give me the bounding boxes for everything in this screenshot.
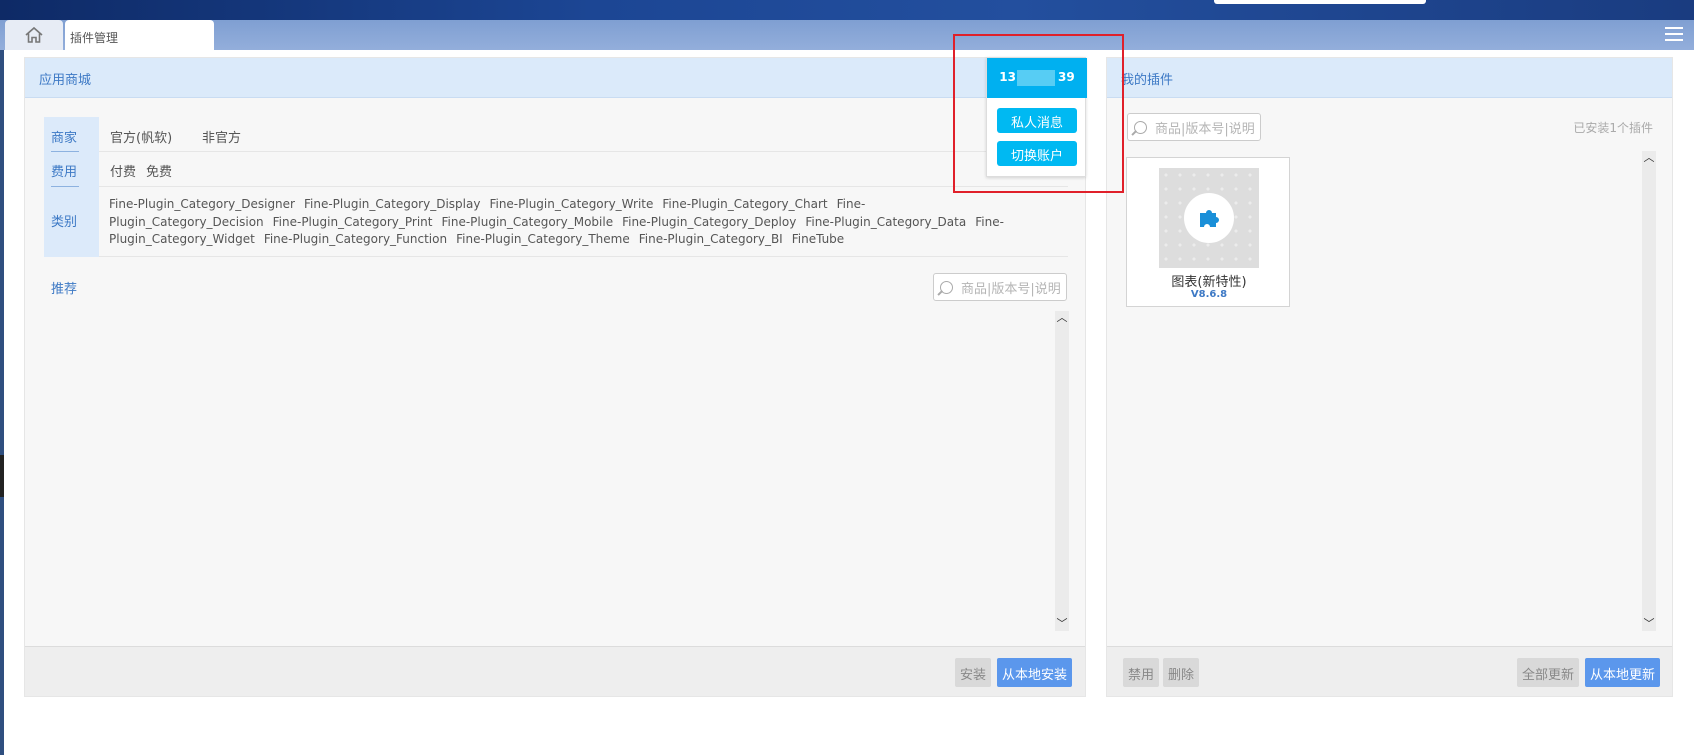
category-filter-label: 类别	[51, 215, 78, 230]
filter-row-divider	[99, 186, 1068, 187]
category-option[interactable]: Fine-Plugin_Category_Theme	[456, 232, 630, 246]
scroll-down-icon[interactable]: ﹀	[1055, 617, 1069, 631]
recommend-label[interactable]: 推荐	[51, 278, 77, 297]
category-option[interactable]: Fine-Plugin_Category_Function	[264, 232, 447, 246]
category-option[interactable]: Fine-Plugin_Category_Display	[304, 197, 480, 211]
scroll-up-icon[interactable]: ︿	[1055, 311, 1069, 325]
filter-row-divider	[99, 256, 1068, 257]
category-option[interactable]: Fine-Plugin_Category_Print	[273, 215, 433, 229]
switch-account-button[interactable]: 切换账户	[997, 141, 1077, 166]
scroll-up-icon[interactable]: ︿	[1642, 151, 1656, 165]
user-popup: 13 39 私人消息 切换账户	[986, 57, 1087, 177]
category-option[interactable]: FineTube	[792, 232, 844, 246]
redaction-mask	[1017, 70, 1055, 86]
my-plugins-title: 我的插件	[1121, 73, 1174, 88]
puzzle-piece-icon	[1200, 210, 1219, 227]
filter-divider	[51, 151, 79, 152]
search-icon	[1134, 120, 1147, 134]
user-id-end: 39	[1058, 70, 1075, 84]
category-options: Fine-Plugin_Category_Designer Fine-Plugin…	[109, 196, 1033, 249]
home-tab[interactable]	[5, 20, 63, 50]
my-plugins-footer: 禁用 删除 全部更新 从本地更新	[1107, 646, 1672, 696]
app-store-header: 应用商城	[25, 58, 1085, 98]
tab-bar: 插件管理	[0, 20, 1694, 50]
tab-label: 插件管理	[70, 31, 119, 45]
install-button[interactable]: 安装	[955, 658, 991, 687]
search-icon	[940, 280, 953, 294]
install-from-local-button[interactable]: 从本地安装	[997, 658, 1072, 687]
my-plugins-scrollbar[interactable]: ︿ ﹀	[1642, 151, 1656, 631]
my-plugins-panel: 我的插件 商品|版本号|说明 已安装1个插件 图表(新特性) V8.6.8 ︿ …	[1106, 57, 1673, 697]
category-option[interactable]: Fine-Plugin_Category_Mobile	[441, 215, 613, 229]
plugin-name: 图表(新特性)	[1171, 275, 1247, 290]
store-scrollbar[interactable]: ︿ ﹀	[1055, 311, 1069, 631]
update-all-button[interactable]: 全部更新	[1517, 658, 1579, 687]
vendor-option-unofficial[interactable]: 非官方	[202, 127, 241, 146]
plugin-thumbnail	[1159, 168, 1259, 268]
filter-row-divider	[99, 151, 1068, 152]
scroll-down-icon[interactable]: ﹀	[1642, 617, 1656, 631]
tab-plugin-management[interactable]: 插件管理	[65, 20, 214, 50]
left-edge-bar	[0, 50, 4, 755]
delete-button[interactable]: 删除	[1163, 658, 1199, 687]
app-store-title: 应用商城	[39, 73, 92, 88]
fee-filter-label: 费用	[51, 165, 78, 180]
my-plugins-search-input[interactable]: 商品|版本号|说明	[1127, 113, 1261, 141]
update-from-local-button[interactable]: 从本地更新	[1585, 658, 1660, 687]
store-search-input[interactable]: 商品|版本号|说明	[933, 273, 1067, 301]
my-plugins-search-placeholder: 商品|版本号|说明	[1155, 121, 1255, 137]
plugin-version: V8.6.8	[1190, 289, 1228, 300]
private-messages-button[interactable]: 私人消息	[997, 108, 1077, 133]
category-option[interactable]: Fine-Plugin_Category_Write	[489, 197, 653, 211]
category-option[interactable]: Fine-Plugin_Category_Data	[805, 215, 966, 229]
category-option[interactable]: Fine-Plugin_Category_Chart	[662, 197, 827, 211]
top-banner	[0, 0, 1694, 20]
left-collapse-handle[interactable]	[0, 455, 4, 497]
app-store-footer: 安装 从本地安装	[25, 646, 1085, 696]
store-search-placeholder: 商品|版本号|说明	[961, 281, 1061, 297]
installed-count: 已安装1个插件	[1573, 121, 1653, 135]
vendor-option-official[interactable]: 官方(帆软)	[110, 127, 172, 146]
fee-option-paid[interactable]: 付费	[110, 161, 136, 180]
category-option[interactable]: Fine-Plugin_Category_Deploy	[622, 215, 796, 229]
app-store-panel: 应用商城 商家 费用 类别 官方(帆软) 非官方 付费 免费 Fine-Plug…	[24, 57, 1086, 697]
disable-button[interactable]: 禁用	[1123, 658, 1159, 687]
user-id-start: 13	[999, 70, 1016, 84]
category-option[interactable]: Fine-Plugin_Category_Designer	[109, 197, 295, 211]
vendor-filter-label: 商家	[51, 131, 78, 146]
top-search-field[interactable]	[1214, 0, 1426, 4]
category-option[interactable]: Fine-Plugin_Category_BI	[639, 232, 783, 246]
my-plugins-header: 我的插件	[1107, 58, 1672, 98]
fee-option-free[interactable]: 免费	[146, 161, 172, 180]
filter-divider	[51, 186, 79, 187]
plugin-card[interactable]: 图表(新特性) V8.6.8	[1126, 157, 1290, 307]
hamburger-menu-icon[interactable]	[1665, 27, 1683, 43]
home-icon	[25, 26, 43, 43]
